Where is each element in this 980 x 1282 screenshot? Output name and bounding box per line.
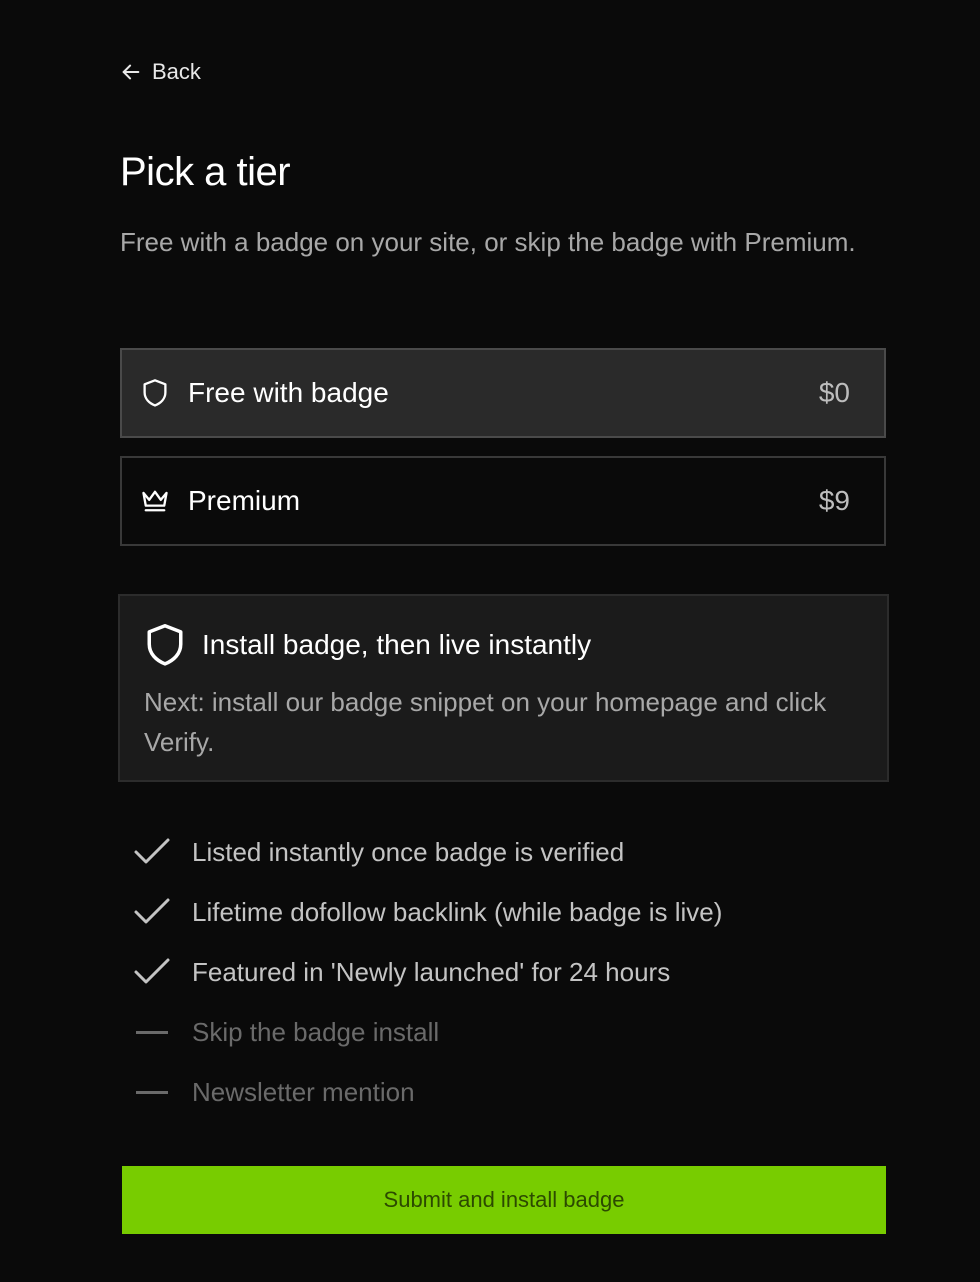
info-title: Install badge, then live instantly	[202, 629, 592, 660]
feature-label: Featured in 'Newly launched' for 24 hour…	[192, 956, 671, 987]
dash-icon	[132, 1012, 172, 1052]
check-icon	[132, 892, 172, 932]
feature-item: Listed instantly once badge is verified	[132, 822, 872, 882]
back-label: Back	[152, 59, 201, 84]
feature-label: Listed instantly once badge is verified	[192, 836, 625, 867]
feature-item: Newsletter mention	[132, 1062, 872, 1122]
info-header: Install badge, then live instantly	[144, 620, 863, 670]
back-link[interactable]: Back	[120, 56, 201, 88]
feature-label: Lifetime dofollow backlink (while badge …	[192, 896, 723, 927]
feature-item: Skip the badge install	[132, 1002, 872, 1062]
dash-icon	[132, 1072, 172, 1112]
next-step-info-box: Install badge, then live instantly Next:…	[118, 594, 889, 782]
tier-price: $0	[818, 377, 850, 408]
arrow-left-icon	[122, 64, 140, 80]
submit-button[interactable]: Submit and install badge	[122, 1166, 886, 1234]
tier-price: $9	[818, 485, 850, 516]
check-icon	[132, 832, 172, 872]
tier-option-premium[interactable]: Premium $9	[120, 456, 886, 546]
page-subtitle: Free with a badge on your site, or skip …	[120, 227, 856, 257]
tier-name: Free with badge	[188, 377, 389, 408]
feature-item: Lifetime dofollow backlink (while badge …	[132, 882, 872, 942]
info-body: Next: install our badge snippet on your …	[144, 687, 827, 757]
feature-label: Skip the badge install	[192, 1016, 440, 1047]
page-title: Pick a tier	[120, 150, 291, 194]
feature-list: Listed instantly once badge is verified …	[132, 822, 872, 1122]
shield-icon	[147, 624, 183, 666]
feature-label: Newsletter mention	[192, 1076, 415, 1107]
crown-icon	[140, 486, 170, 516]
tier-option-free[interactable]: Free with badge $0	[120, 348, 886, 438]
feature-item: Featured in 'Newly launched' for 24 hour…	[132, 942, 872, 1002]
tier-name: Premium	[188, 485, 301, 516]
shield-icon	[140, 378, 170, 408]
check-icon	[132, 952, 172, 992]
